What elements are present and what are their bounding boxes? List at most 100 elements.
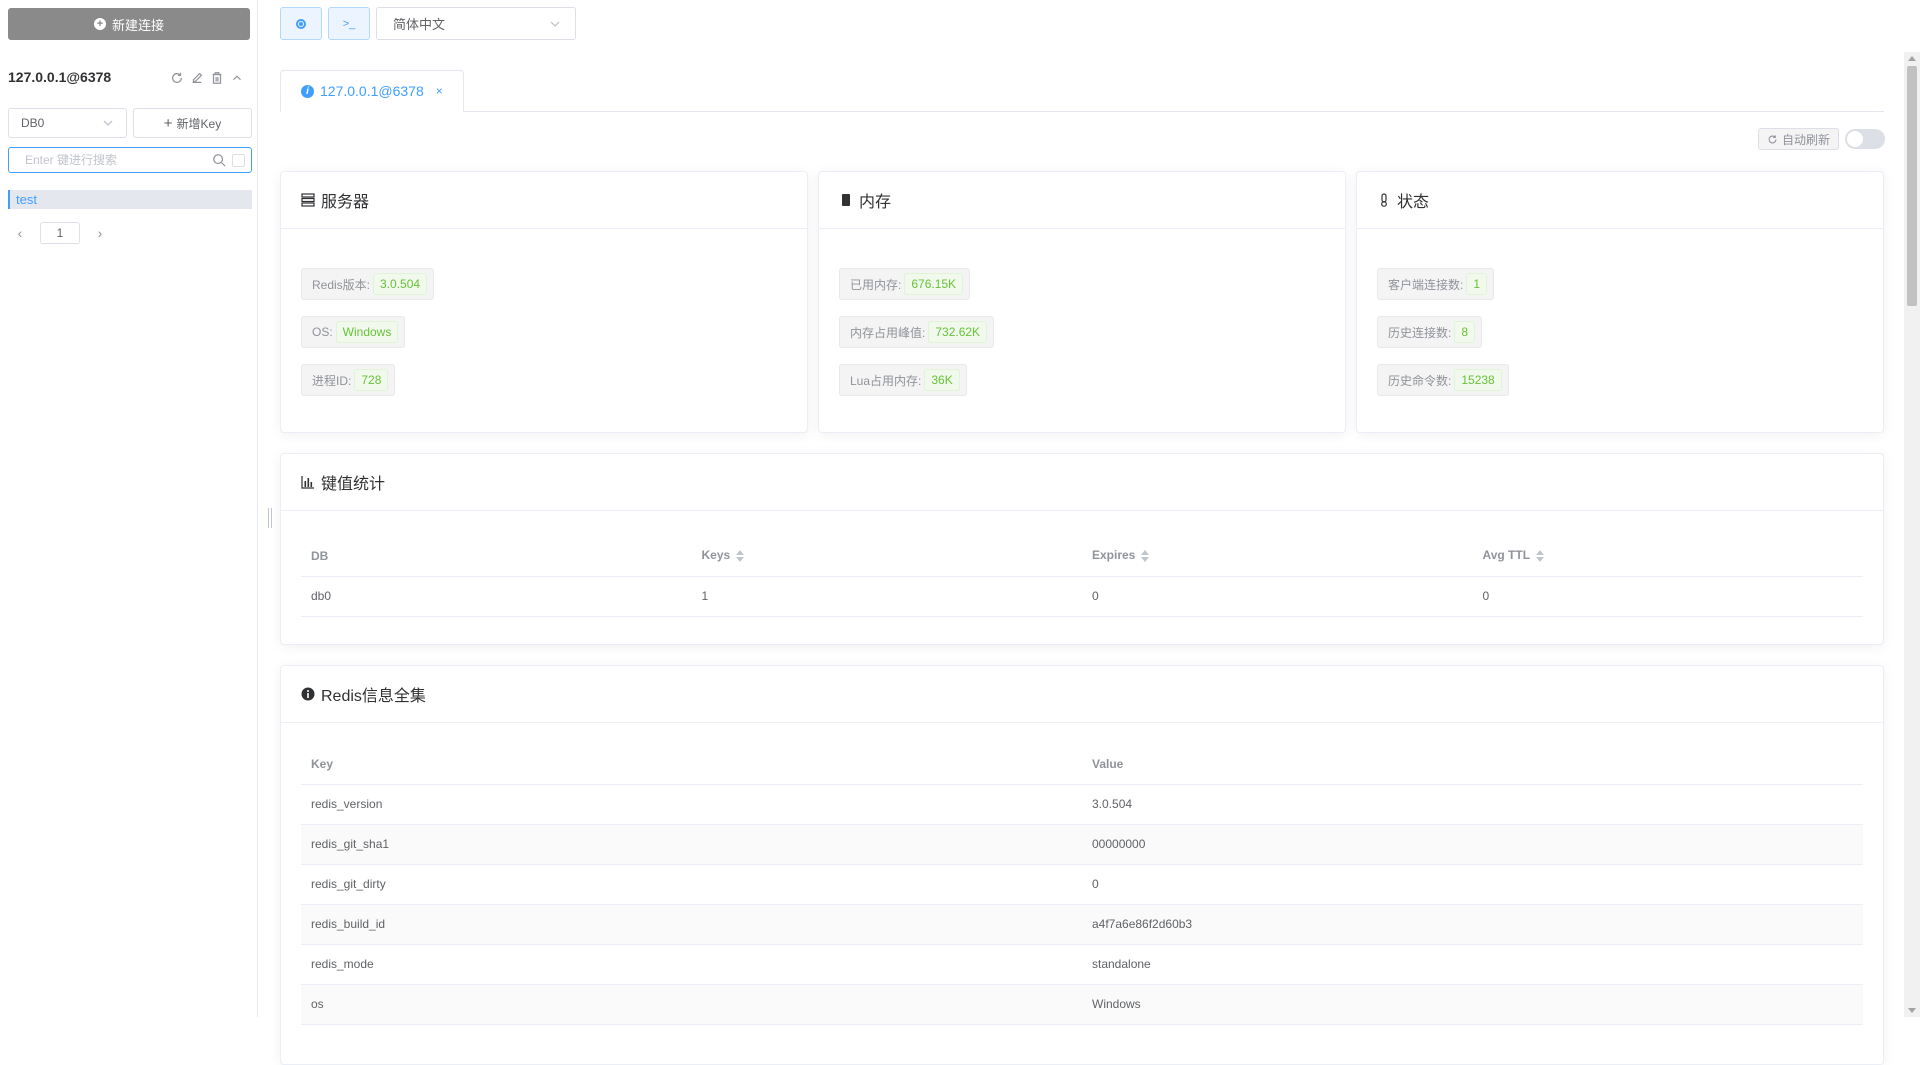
table-cell: Windows xyxy=(1082,984,1863,1025)
header-label: Keys xyxy=(701,548,731,563)
tab-connection[interactable]: i 127.0.0.1@6378 × xyxy=(280,70,464,112)
sort-icon[interactable] xyxy=(1141,549,1150,563)
sidebar: + 新建连接 127.0.0.1@6378 DB0 + 新增Key test ‹… xyxy=(0,0,258,1017)
key-search-box xyxy=(8,147,252,173)
status-info-tag: 历史连接数: 8 xyxy=(1377,316,1483,348)
column-header-keys[interactable]: Keys xyxy=(691,536,1082,577)
memory-card-title: 内存 xyxy=(859,194,892,211)
chevron-up-icon[interactable] xyxy=(230,71,244,85)
status-info-tag: 历史命令数: 15238 xyxy=(1377,364,1509,396)
table-cell: 1 xyxy=(691,576,1082,617)
key-stats-card-title: 键值统计 xyxy=(321,476,386,493)
dot-circle-icon xyxy=(296,18,306,29)
table-row: redis_build_id a4f7a6e86f2d60b3 xyxy=(301,904,1863,945)
redis-info-card: Redis信息全集 Key Value redis_version 3.0.504… xyxy=(280,665,1884,1065)
auto-refresh-toggle[interactable] xyxy=(1845,129,1885,149)
column-header-expires[interactable]: Expires xyxy=(1082,536,1473,577)
table-cell: os xyxy=(301,984,1082,1025)
memory-info-tag: Lua占用内存: 36K xyxy=(839,364,967,396)
db-select-value: DB0 xyxy=(21,116,45,130)
header-label: Expires xyxy=(1092,548,1136,563)
table-cell: redis_mode xyxy=(301,944,1082,985)
table-row: os Windows xyxy=(301,984,1863,1025)
info-icon: i xyxy=(301,84,314,98)
new-connection-label: 新建连接 xyxy=(111,17,164,33)
main-scrollbar[interactable] xyxy=(1904,52,1920,1017)
table-cell: 0 xyxy=(1082,864,1863,905)
table-cell: redis_git_sha1 xyxy=(301,824,1082,865)
edit-icon[interactable] xyxy=(190,71,204,85)
memory-info-tag: 内存占用峰值: 732.62K xyxy=(839,316,995,348)
scroll-down-icon[interactable] xyxy=(1908,1008,1916,1013)
redis-info-card-title: Redis信息全集 xyxy=(321,688,426,705)
scrollbar-thumb[interactable] xyxy=(1907,66,1917,306)
plus-icon: + xyxy=(163,114,173,132)
table-row: db0 1 0 0 xyxy=(301,576,1863,617)
table-cell: 3.0.504 xyxy=(1082,784,1863,825)
tag-value: 8 xyxy=(1454,321,1476,343)
table-cell: 00000000 xyxy=(1082,824,1863,865)
status-card-header: 状态 xyxy=(1357,172,1883,229)
thermometer-icon xyxy=(1381,193,1387,207)
tag-value: 15238 xyxy=(1454,369,1502,391)
tag-value: 3.0.504 xyxy=(373,273,428,295)
tag-value: 676.15K xyxy=(904,273,964,295)
memory-card: 内存 已用内存: 676.15K 内存占用峰值: 732.62K Lua占用内存: 3… xyxy=(818,171,1346,433)
key-search-input[interactable] xyxy=(23,152,212,168)
key-list-item[interactable]: test xyxy=(8,190,252,209)
db-select[interactable]: DB0 xyxy=(8,108,127,138)
key-pagination: ‹ 1 › xyxy=(10,222,110,244)
table-cell: 0 xyxy=(1472,576,1863,617)
delete-icon[interactable] xyxy=(210,71,224,85)
tab-label: 127.0.0.1@6378 xyxy=(320,83,424,99)
server-icon xyxy=(301,193,315,207)
server-info-tag: OS: Windows xyxy=(301,316,406,348)
next-page-icon[interactable]: › xyxy=(90,225,110,241)
info-circle-icon xyxy=(301,687,315,701)
prev-page-icon[interactable]: ‹ xyxy=(10,225,30,241)
table-cell: redis_version xyxy=(301,784,1082,825)
header-label: DB xyxy=(311,548,329,563)
status-card: 状态 客户端连接数: 1 历史连接数: 8 历史命令数: 15238 xyxy=(1356,171,1884,433)
page-number[interactable]: 1 xyxy=(40,222,80,244)
sidebar-resize-handle[interactable] xyxy=(268,508,272,528)
tag-label: 历史连接数: xyxy=(1388,325,1452,340)
table-cell: 0 xyxy=(1082,576,1473,617)
redis-info-card-header: Redis信息全集 xyxy=(281,666,1883,723)
key-stats-table: DB Keys Expires Avg TTL db0 1 0 0 xyxy=(301,536,1863,617)
tag-label: OS: xyxy=(312,325,333,339)
language-select[interactable]: 简体中文 xyxy=(376,7,576,40)
refresh-icon[interactable] xyxy=(170,71,184,85)
status-button[interactable] xyxy=(280,7,322,40)
column-header-value: Value xyxy=(1082,744,1863,785)
sort-icon[interactable] xyxy=(736,549,745,563)
memory-info-tag: 已用内存: 676.15K xyxy=(839,268,971,300)
scroll-up-icon[interactable] xyxy=(1908,56,1916,61)
connection-name[interactable]: 127.0.0.1@6378 xyxy=(8,69,111,85)
table-cell: redis_build_id xyxy=(301,904,1082,945)
table-cell: redis_git_dirty xyxy=(301,864,1082,905)
memory-card-header: 内存 xyxy=(819,172,1345,229)
sort-icon[interactable] xyxy=(1536,549,1545,563)
chevron-down-icon xyxy=(103,120,113,126)
new-connection-button[interactable]: + 新建连接 xyxy=(8,8,250,40)
column-header-db: DB xyxy=(301,536,692,577)
search-icon[interactable] xyxy=(212,153,226,167)
terminal-icon: >_ xyxy=(342,17,356,30)
tag-value: 1 xyxy=(1466,273,1488,295)
terminal-button[interactable]: >_ xyxy=(328,7,370,40)
tag-label: 内存占用峰值: xyxy=(850,325,926,340)
connection-tabs: i 127.0.0.1@6378 × xyxy=(280,70,1884,112)
column-header-avg-ttl[interactable]: Avg TTL xyxy=(1472,536,1863,577)
tag-label: 历史命令数: xyxy=(1388,373,1452,388)
refresh-icon xyxy=(1768,134,1777,143)
status-card-title: 状态 xyxy=(1397,194,1430,211)
table-row: redis_mode standalone xyxy=(301,944,1863,985)
exact-search-checkbox[interactable] xyxy=(232,153,245,167)
key-stats-card-header: 键值统计 xyxy=(281,454,1883,511)
auto-refresh-button[interactable]: 自动刷新 xyxy=(1758,128,1840,150)
table-cell: standalone xyxy=(1082,944,1863,985)
add-key-button[interactable]: + 新增Key xyxy=(133,108,252,138)
close-icon[interactable]: × xyxy=(436,84,443,98)
add-key-label: 新增Key xyxy=(176,116,222,131)
